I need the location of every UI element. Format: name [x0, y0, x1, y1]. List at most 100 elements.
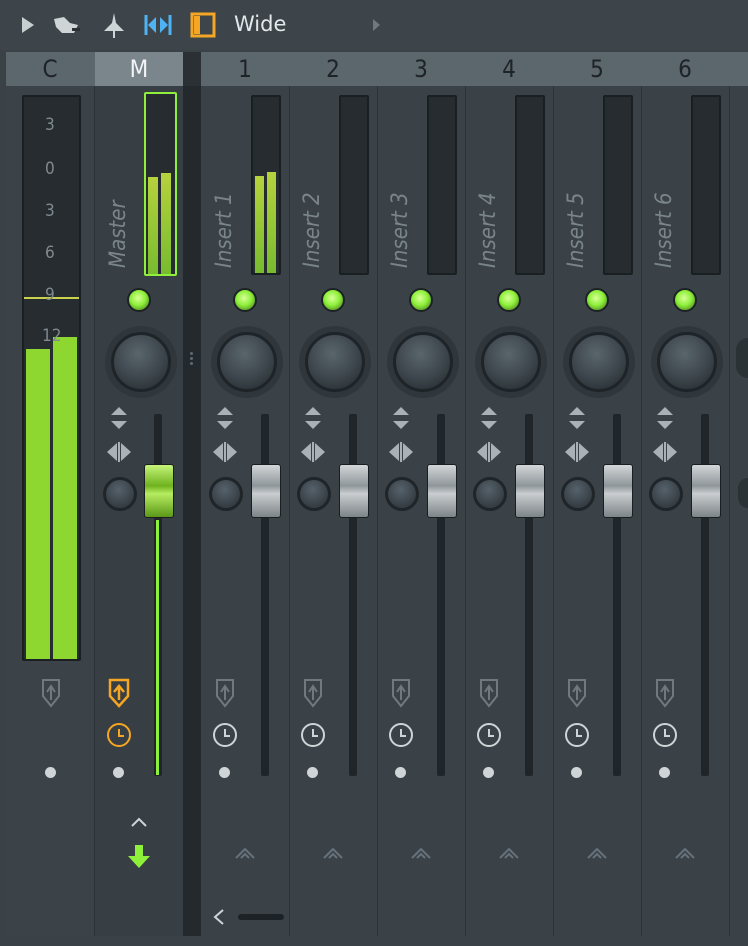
master-volume-fill	[156, 520, 159, 775]
header-channel-2[interactable]: 2	[289, 52, 377, 86]
insert-enable-led[interactable]	[233, 288, 257, 312]
indicator-dot[interactable]	[219, 767, 230, 778]
master-stereo-knob[interactable]	[103, 477, 137, 511]
indicator-dot[interactable]	[571, 767, 582, 778]
route-icon[interactable]	[302, 676, 324, 708]
route-up-icon[interactable]	[674, 846, 696, 860]
split-arrows-icon[interactable]	[142, 9, 174, 41]
insert-pan-knob[interactable]	[657, 332, 717, 392]
latency-clock-icon[interactable]	[477, 723, 501, 747]
insert-enable-led[interactable]	[673, 288, 697, 312]
chevron-up-icon[interactable]	[130, 816, 148, 828]
route-icon[interactable]	[214, 676, 236, 708]
insert-volume-fader[interactable]	[251, 464, 281, 518]
header-channel-4[interactable]: 4	[465, 52, 553, 86]
stereo-swap-icon[interactable]	[391, 406, 411, 430]
stereo-swap-icon[interactable]	[479, 406, 499, 430]
stereo-separation-icon[interactable]	[388, 440, 414, 464]
down-arrow-icon[interactable]	[126, 843, 152, 869]
insert-level-meter	[251, 95, 281, 275]
route-up-icon[interactable]	[322, 846, 344, 860]
insert-enable-led[interactable]	[497, 288, 521, 312]
insert-stereo-knob[interactable]	[649, 477, 683, 511]
route-up-icon[interactable]	[498, 846, 520, 860]
master-volume-fader[interactable]	[144, 464, 174, 518]
header-channel-5[interactable]: 5	[553, 52, 641, 86]
header-channel-6[interactable]: 6	[641, 52, 729, 86]
route-icon[interactable]	[107, 676, 131, 708]
insert-name[interactable]: Insert 6	[652, 192, 677, 268]
master-name[interactable]: Master	[106, 200, 131, 268]
indicator-dot[interactable]	[307, 767, 318, 778]
stereo-separation-icon[interactable]	[476, 440, 502, 464]
hand-brush-icon[interactable]	[50, 9, 82, 41]
insert-name[interactable]: Insert 2	[300, 192, 325, 268]
stereo-separation-icon[interactable]	[212, 440, 238, 464]
insert-volume-fader[interactable]	[515, 464, 545, 518]
pin-icon[interactable]	[98, 9, 130, 41]
stereo-separation-icon[interactable]	[106, 440, 132, 464]
latency-clock-icon[interactable]	[213, 723, 237, 747]
play-arrow-icon[interactable]	[12, 9, 44, 41]
indicator-dot[interactable]	[483, 767, 494, 778]
resize-grip-icon[interactable]	[188, 350, 194, 372]
stereo-swap-icon[interactable]	[215, 406, 235, 430]
insert-pan-knob[interactable]	[217, 332, 277, 392]
insert-name[interactable]: Insert 4	[476, 192, 501, 268]
insert-stereo-knob[interactable]	[473, 477, 507, 511]
stereo-separation-icon[interactable]	[652, 440, 678, 464]
stereo-swap-icon[interactable]	[303, 406, 323, 430]
stereo-swap-icon[interactable]	[655, 406, 675, 430]
stereo-swap-icon[interactable]	[109, 406, 129, 430]
insert-stereo-knob[interactable]	[209, 477, 243, 511]
insert-stereo-knob[interactable]	[297, 477, 331, 511]
insert-stereo-knob[interactable]	[385, 477, 419, 511]
mode-label[interactable]: Wide	[234, 12, 286, 36]
indicator-dot[interactable]	[395, 767, 406, 778]
insert-pan-knob[interactable]	[569, 332, 629, 392]
chevron-right-icon[interactable]	[362, 9, 394, 41]
indicator-dot[interactable]	[45, 767, 56, 778]
route-up-icon[interactable]	[234, 846, 256, 860]
insert-volume-fader[interactable]	[427, 464, 457, 518]
route-icon[interactable]	[478, 676, 500, 708]
indicator-dot[interactable]	[113, 767, 124, 778]
frame-icon[interactable]	[188, 9, 220, 41]
latency-clock-icon[interactable]	[389, 723, 413, 747]
insert-pan-knob[interactable]	[305, 332, 365, 392]
insert-volume-fader[interactable]	[691, 464, 721, 518]
insert-volume-fader[interactable]	[339, 464, 369, 518]
insert-name[interactable]: Insert 5	[564, 192, 589, 268]
route-up-icon[interactable]	[586, 846, 608, 860]
stereo-separation-icon[interactable]	[564, 440, 590, 464]
insert-enable-led[interactable]	[409, 288, 433, 312]
route-up-icon[interactable]	[410, 846, 432, 860]
scroll-left-icon[interactable]	[212, 908, 226, 926]
latency-clock-icon[interactable]	[565, 723, 589, 747]
insert-stereo-knob[interactable]	[561, 477, 595, 511]
header-c[interactable]: C	[6, 52, 94, 86]
header-channel-3[interactable]: 3	[377, 52, 465, 86]
latency-clock-icon[interactable]	[653, 723, 677, 747]
insert-enable-led[interactable]	[321, 288, 345, 312]
insert-name[interactable]: Insert 3	[388, 192, 413, 268]
insert-name[interactable]: Insert 1	[212, 192, 237, 268]
header-channel-1[interactable]: 1	[201, 52, 289, 86]
header-m[interactable]: M	[95, 52, 183, 86]
route-icon[interactable]	[566, 676, 588, 708]
stereo-swap-icon[interactable]	[567, 406, 587, 430]
route-icon[interactable]	[390, 676, 412, 708]
insert-volume-fader[interactable]	[603, 464, 633, 518]
master-enable-led[interactable]	[127, 288, 151, 312]
indicator-dot[interactable]	[659, 767, 670, 778]
insert-pan-knob[interactable]	[393, 332, 453, 392]
latency-clock-icon[interactable]	[107, 723, 131, 747]
horizontal-scrollbar[interactable]	[238, 914, 284, 920]
latency-clock-icon[interactable]	[301, 723, 325, 747]
route-icon[interactable]	[654, 676, 676, 708]
route-icon[interactable]	[40, 676, 62, 708]
insert-pan-knob[interactable]	[481, 332, 541, 392]
insert-enable-led[interactable]	[585, 288, 609, 312]
stereo-separation-icon[interactable]	[300, 440, 326, 464]
master-pan-knob[interactable]	[111, 332, 171, 392]
